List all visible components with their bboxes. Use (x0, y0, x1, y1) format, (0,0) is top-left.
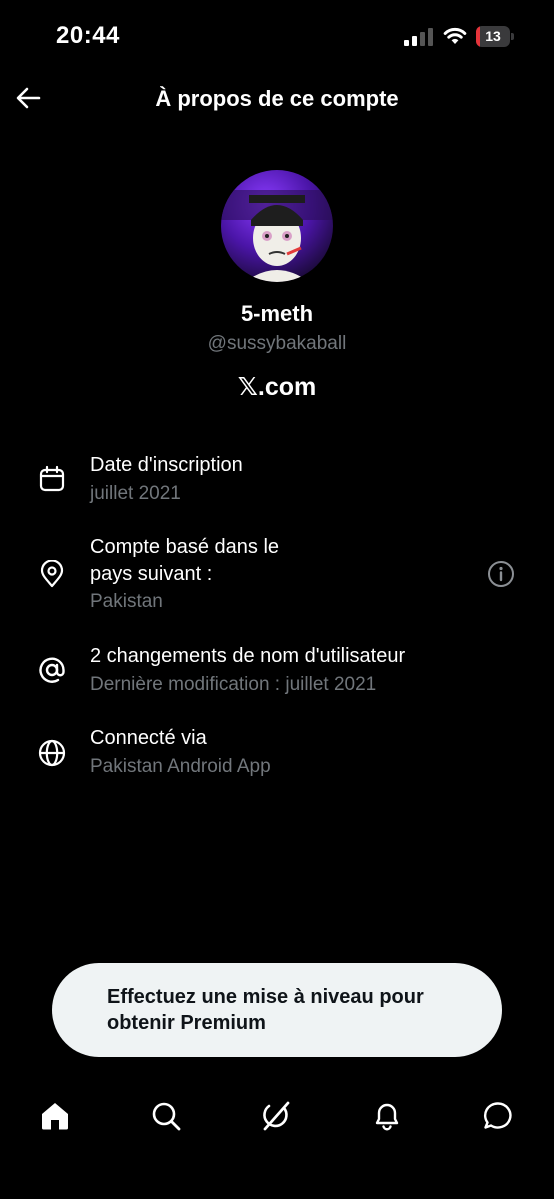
join-date-value: juillet 2021 (90, 483, 181, 504)
country-title-line2: pays suivant : (90, 563, 213, 585)
connected-via-value: Pakistan Android App (90, 756, 271, 777)
info-icon[interactable] (487, 560, 515, 588)
calendar-icon (39, 465, 65, 492)
grok-icon[interactable] (260, 1100, 292, 1132)
wifi-icon (443, 27, 467, 44)
location-pin-icon (40, 560, 64, 588)
country-value: Pakistan (90, 591, 163, 612)
at-sign-icon (39, 657, 65, 683)
join-date-title: Date d'inscription (90, 454, 243, 476)
page-title: À propos de ce compte (155, 86, 399, 111)
premium-banner-line1: Effectuez une mise à niveau pour (107, 986, 424, 1008)
search-icon[interactable] (150, 1100, 182, 1132)
cellular-signal-icon (404, 28, 433, 46)
messages-icon[interactable] (482, 1100, 514, 1132)
premium-banner-line2: obtenir Premium (107, 1012, 266, 1034)
username-handle: @sussybakaball (207, 333, 347, 354)
site-label: 𝕏.com (237, 373, 317, 401)
globe-icon (38, 739, 66, 767)
avatar-illustration (221, 190, 333, 282)
avatar[interactable] (221, 170, 333, 282)
battery-icon: 13 (476, 26, 516, 47)
bell-icon[interactable] (371, 1100, 403, 1132)
display-name: 5-meth (240, 301, 314, 326)
connected-via-title: Connecté via (90, 727, 207, 749)
username-changes-title: 2 changements de nom d'utilisateur (90, 645, 406, 667)
premium-banner-text[interactable]: Effectuez une mise à niveau pour obtenir… (107, 984, 477, 1036)
battery-level: 13 (485, 28, 501, 44)
country-title-line1: Compte basé dans le (90, 536, 280, 558)
username-changes-value: Dernière modification : juillet 2021 (90, 674, 377, 695)
status-time: 20:44 (56, 22, 120, 49)
home-icon[interactable] (39, 1100, 71, 1132)
